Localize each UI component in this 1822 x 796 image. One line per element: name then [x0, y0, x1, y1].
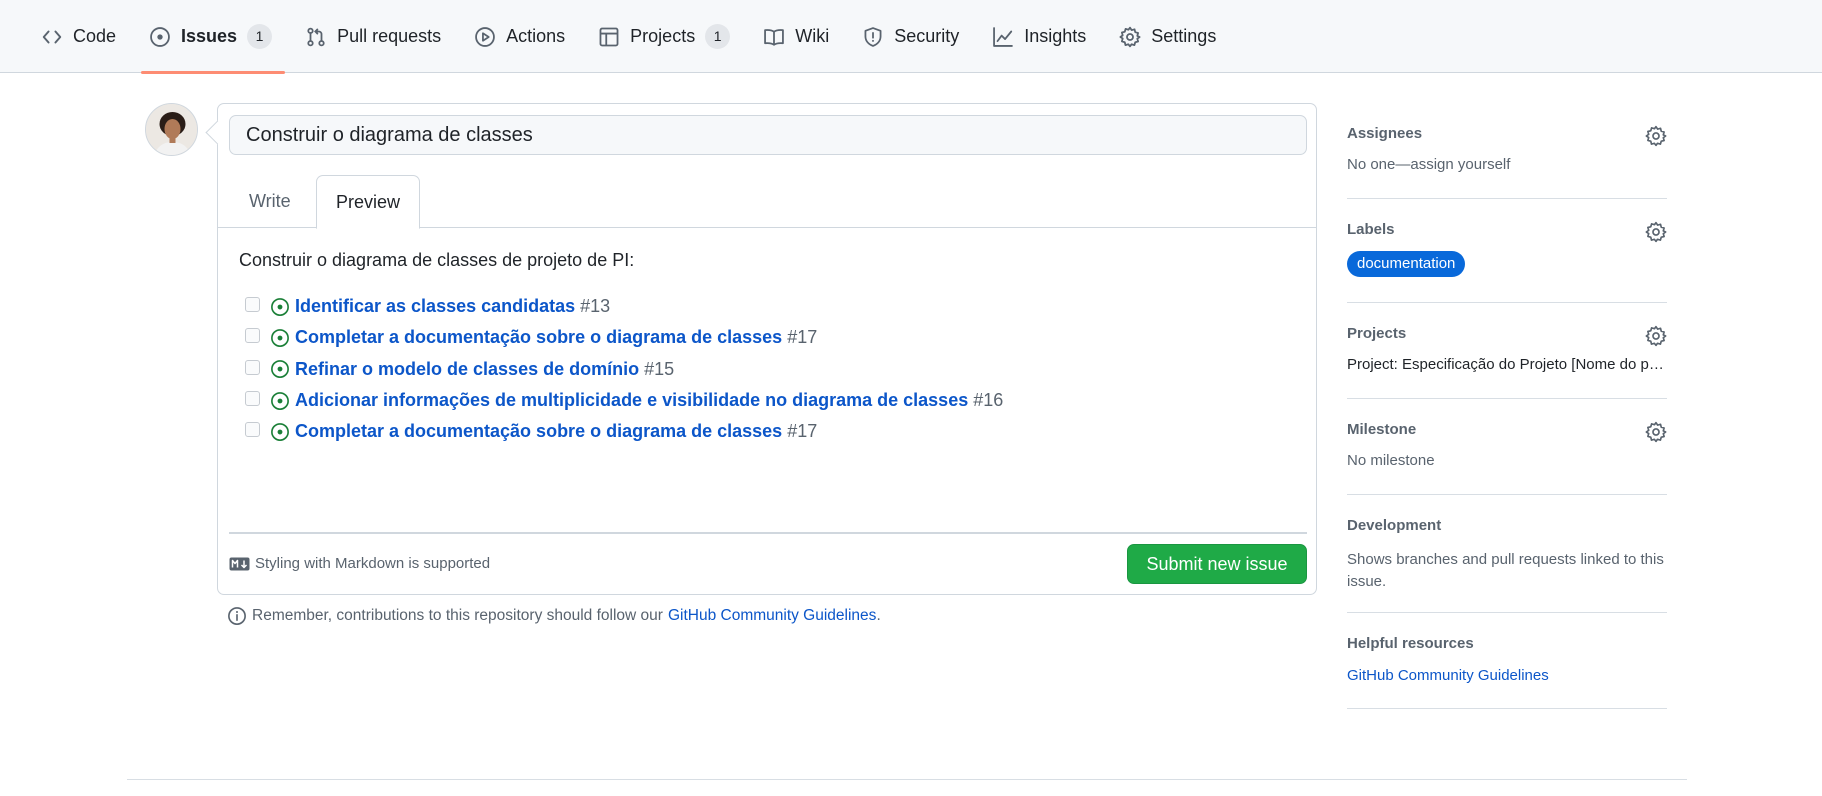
projects-value[interactable]: Project: Especificação do Projeto [Nome … — [1347, 356, 1667, 373]
issue-opened-icon — [270, 422, 290, 442]
projects-gear-icon[interactable] — [1645, 325, 1667, 347]
nav-tab-label: Actions — [506, 26, 566, 46]
editor-tabs: Write Preview — [218, 175, 1316, 229]
markdown-note-text: Styling with Markdown is supported — [255, 555, 491, 572]
nav-tab-label: Pull requests — [337, 26, 442, 46]
task-issue-number: #17 — [787, 327, 818, 348]
development-value: Shows branches and pull requests linked … — [1347, 551, 1664, 590]
code-icon — [41, 26, 63, 48]
nav-tab-label: Projects — [630, 26, 696, 46]
task-issue-link[interactable]: Identificar as classes candidatas — [295, 296, 575, 317]
assignees-heading: Assignees — [1347, 125, 1423, 142]
task-checkbox[interactable] — [245, 297, 260, 313]
task-list-item: Identificar as classes candidatas #13 — [245, 291, 1003, 322]
book-icon — [763, 26, 785, 48]
gear-icon — [1119, 26, 1141, 48]
task-list-item: Completar a documentação sobre o diagram… — [245, 322, 1003, 353]
issue-title-input[interactable] — [229, 115, 1307, 155]
repo-nav-list: Code Issues 1 Pull requests Actions Proj… — [28, 0, 1236, 74]
assignees-gear-icon[interactable] — [1645, 125, 1667, 147]
nav-tab-issues[interactable]: Issues 1 — [136, 0, 286, 74]
task-issue-link[interactable]: Completar a documentação sobre o diagram… — [295, 327, 782, 348]
task-issue-number: #15 — [644, 358, 675, 379]
markdown-note: Styling with Markdown is supported — [229, 555, 490, 572]
task-checkbox[interactable] — [245, 391, 260, 407]
labels-gear-icon[interactable] — [1645, 221, 1667, 243]
guidelines-note-end: . — [876, 607, 881, 624]
nav-tab-label: Wiki — [795, 26, 830, 46]
task-issue-link[interactable]: Adicionar informações de multiplicidade … — [295, 390, 968, 411]
nav-tab-pull-requests[interactable]: Pull requests — [292, 0, 454, 73]
sidebar-assignees: Assignees No one—assign yourself — [1347, 103, 1667, 199]
nav-tab-security[interactable]: Security — [849, 0, 972, 73]
nav-tab-code[interactable]: Code — [28, 0, 129, 73]
sidebar-labels: Labels documentation — [1347, 199, 1667, 303]
milestone-gear-icon[interactable] — [1645, 421, 1667, 443]
development-heading: Development — [1347, 517, 1442, 534]
info-icon — [227, 606, 247, 626]
task-issue-number: #16 — [973, 390, 1004, 411]
task-checkbox[interactable] — [245, 328, 260, 344]
helpful-resources-heading: Helpful resources — [1347, 635, 1474, 652]
projects-heading: Projects — [1347, 325, 1407, 342]
form-footer: Styling with Markdown is supported Submi… — [229, 532, 1307, 592]
shield-icon — [862, 26, 884, 48]
new-issue-form: Write Preview Construir o diagrama de cl… — [217, 103, 1317, 595]
task-list-item: Completar a documentação sobre o diagram… — [245, 416, 1003, 447]
nav-tab-label: Settings — [1151, 26, 1217, 46]
task-issue-number: #13 — [580, 296, 611, 317]
repo-navigation: Code Issues 1 Pull requests Actions Proj… — [0, 0, 1822, 74]
nav-tab-label: Code — [73, 26, 117, 46]
milestone-value: No milestone — [1347, 452, 1435, 469]
labels-heading: Labels — [1347, 221, 1395, 238]
issue-opened-icon — [270, 391, 290, 411]
task-issue-link[interactable]: Completar a documentação sobre o diagram… — [295, 421, 782, 442]
sidebar-community-guidelines-link[interactable]: GitHub Community Guidelines — [1347, 667, 1549, 684]
nav-tab-insights[interactable]: Insights — [979, 0, 1099, 73]
nav-tab-label: Security — [894, 26, 960, 46]
graph-icon — [992, 26, 1014, 48]
projects-counter: 1 — [705, 24, 731, 49]
sidebar-milestone: Milestone No milestone — [1347, 399, 1667, 495]
assignees-value[interactable]: No one—assign yourself — [1347, 156, 1510, 173]
label-documentation[interactable]: documentation — [1347, 251, 1466, 277]
task-issue-number: #17 — [787, 421, 818, 442]
task-issue-link[interactable]: Refinar o modelo de classes de domínio — [295, 359, 639, 380]
guidelines-note-text: Remember, contributions to this reposito… — [252, 607, 663, 624]
nav-tab-label: Insights — [1024, 26, 1087, 46]
user-avatar[interactable] — [145, 103, 198, 156]
table-icon — [598, 26, 620, 48]
issue-opened-icon — [270, 328, 290, 348]
nav-tab-settings[interactable]: Settings — [1106, 0, 1229, 73]
nav-tab-actions[interactable]: Actions — [461, 0, 578, 73]
nav-tab-label: Issues — [181, 26, 238, 46]
sidebar-development: Development Shows branches and pull requ… — [1347, 495, 1667, 613]
issue-opened-icon — [270, 297, 290, 317]
milestone-heading: Milestone — [1347, 421, 1417, 438]
issue-opened-icon — [149, 26, 171, 48]
community-guidelines-link[interactable]: GitHub Community Guidelines — [668, 607, 876, 625]
issue-sidebar: Assignees No one—assign yourself Labels … — [1347, 103, 1667, 709]
issues-counter: 1 — [247, 24, 273, 49]
tab-preview[interactable]: Preview — [316, 175, 420, 229]
task-list-item: Adicionar informações de multiplicidade … — [245, 385, 1003, 416]
task-checkbox[interactable] — [245, 359, 260, 375]
preview-intro-text: Construir o diagrama de classes de proje… — [239, 250, 635, 270]
task-list: Identificar as classes candidatas #13 Co… — [245, 291, 1003, 447]
task-list-item: Refinar o modelo de classes de domínio #… — [245, 354, 1003, 385]
tab-write[interactable]: Write — [249, 175, 291, 228]
git-pull-request-icon — [305, 26, 327, 48]
sidebar-helpful-resources: Helpful resources GitHub Community Guide… — [1347, 613, 1667, 709]
markdown-icon — [229, 557, 250, 571]
play-icon — [474, 26, 496, 48]
nav-tab-wiki[interactable]: Wiki — [750, 0, 842, 73]
preview-pane: Construir o diagrama de classes de proje… — [239, 247, 1299, 441]
task-checkbox[interactable] — [245, 422, 260, 438]
issue-opened-icon — [270, 359, 290, 379]
nav-tab-projects[interactable]: Projects 1 — [585, 0, 743, 73]
sidebar-projects: Projects Project: Especificação do Proje… — [1347, 303, 1667, 399]
footer-divider — [127, 779, 1687, 780]
submit-new-issue-button[interactable]: Submit new issue — [1127, 544, 1307, 584]
contribution-guidelines-note: Remember, contributions to this reposito… — [227, 606, 881, 626]
